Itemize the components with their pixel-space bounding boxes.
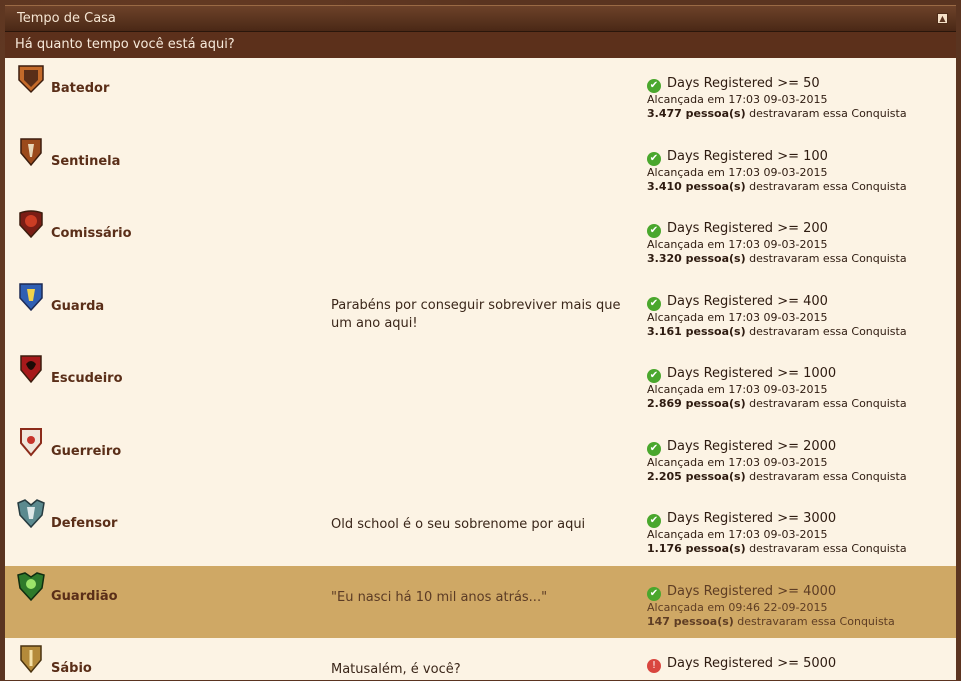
unlocked-count: 3.477 pessoa(s) destravaram essa Conquis… <box>647 107 907 120</box>
reached-date: Alcançada em 17:03 09-03-2015 <box>647 238 828 251</box>
achievement-desc: Old school é o seu sobrenome por aqui <box>331 517 586 532</box>
requirement-text: Days Registered >= 1000 <box>667 366 837 381</box>
reached-date: Alcançada em 17:03 09-03-2015 <box>647 383 828 396</box>
requirement-text: Days Registered >= 4000 <box>667 583 837 599</box>
achievement-name: Escudeiro <box>51 371 123 386</box>
achievement-requirement: ✔ Days Registered >= 400 Alcançada em 17:… <box>647 294 947 339</box>
requirement-line: ✔ Days Registered >= 2000 <box>647 439 947 456</box>
check-circle-icon: ✔ <box>647 296 661 311</box>
achievement-row: Sábio Matusalém, é você? ! Days Registere… <box>5 638 956 680</box>
achievement-requirement: ✔ Days Registered >= 50 Alcançada em 17:0… <box>647 76 947 121</box>
achievement-row: Comissário ✔ Days Registered >= 200 Alcan… <box>5 203 956 276</box>
achievement-requirement: ✔ Days Registered >= 100 Alcançada em 17:… <box>647 149 947 194</box>
subheader: Há quanto tempo você está aqui? <box>5 32 956 58</box>
check-circle-icon: ✔ <box>647 441 661 456</box>
achievement-row: Sentinela ✔ Days Registered >= 100 Alcanç… <box>5 131 956 204</box>
reached-date: Alcançada em 17:03 09-03-2015 <box>647 93 828 106</box>
achievement-name: Guardião <box>51 588 118 604</box>
achievement-desc: Matusalém, é você? <box>331 662 461 677</box>
achievement-name: Sábio <box>51 661 92 676</box>
requirement-line: ✔ Days Registered >= 3000 <box>647 511 947 528</box>
shield-icon <box>20 427 42 457</box>
check-circle-icon: ✔ <box>647 514 661 528</box>
requirement-line: ✔ Days Registered >= 4000 <box>647 584 947 601</box>
check-circle-icon: ✔ <box>647 369 661 383</box>
shield-icon <box>19 210 43 239</box>
achievement-name: Defensor <box>51 516 118 531</box>
achievement-requirement: ✔ Days Registered >= 1000 Alcançada em 17… <box>647 366 947 411</box>
requirement-text: Days Registered >= 400 <box>667 293 828 309</box>
achievement-row: Guerreiro ✔ Days Registered >= 2000 Alcan… <box>5 421 956 494</box>
achievement-row: Batedor ✔ Days Registered >= 50 Alcançada… <box>5 58 956 131</box>
dragon-shield-icon <box>17 571 45 601</box>
achievement-requirement: ✔ Days Registered >= 4000 Alcançada em 09… <box>647 584 947 629</box>
achievement-requirement: ✔ Days Registered >= 200 Alcançada em 17:… <box>647 221 947 266</box>
requirement-line: ✔ Days Registered >= 1000 <box>647 366 947 383</box>
requirement-text: Days Registered >= 5000 <box>667 656 837 671</box>
requirement-text: Days Registered >= 3000 <box>667 511 837 526</box>
shield-icon <box>17 499 45 529</box>
achievement-row: Escudeiro ✔ Days Registered >= 1000 Alcan… <box>5 348 956 421</box>
reached-date: Alcançada em 17:03 09-03-2015 <box>647 528 828 541</box>
unlocked-count: 2.205 pessoa(s) destravaram essa Conquis… <box>647 469 907 483</box>
achievement-requirement: ✔ Days Registered >= 3000 Alcançada em 17… <box>647 511 947 556</box>
achievement-requirement: ✔ Days Registered >= 2000 Alcançada em 17… <box>647 439 947 484</box>
check-circle-icon: ✔ <box>647 586 661 601</box>
shield-icon <box>20 355 42 384</box>
requirement-line: ✔ Days Registered >= 50 <box>647 76 947 93</box>
requirement-text: Days Registered >= 200 <box>667 221 828 236</box>
achievement-name: Guarda <box>51 298 105 314</box>
reached-date: Alcançada em 09:46 22-09-2015 <box>647 600 828 614</box>
requirement-text: Days Registered >= 2000 <box>667 438 837 454</box>
requirement-line: ✔ Days Registered >= 100 <box>647 149 947 166</box>
achievement-name: Guerreiro <box>51 443 122 459</box>
check-circle-icon: ✔ <box>647 79 661 93</box>
achievement-name: Comissário <box>51 226 132 241</box>
achievement-name: Batedor <box>51 81 110 96</box>
requirement-line: ✔ Days Registered >= 200 <box>647 221 947 238</box>
achievement-row: Defensor Old school é o seu sobrenome po… <box>5 493 956 566</box>
window-title: Tempo de Casa <box>17 11 116 26</box>
shield-icon <box>20 645 42 674</box>
unlocked-count: 3.410 pessoa(s) destravaram essa Conquis… <box>647 179 907 193</box>
achievement-row-highlighted: Guardião "Eu nasci há 10 mil anos atrás.… <box>5 565 956 638</box>
requirement-line: ✔ Days Registered >= 400 <box>647 294 947 311</box>
shield-icon <box>18 65 44 94</box>
reached-date: Alcançada em 17:03 09-03-2015 <box>647 165 828 179</box>
achievement-desc: Parabéns por conseguir sobreviver mais q… <box>331 297 621 331</box>
alert-circle-icon: ! <box>647 659 661 673</box>
requirement-text: Days Registered >= 50 <box>667 76 820 91</box>
reached-date: Alcançada em 17:03 09-03-2015 <box>647 310 828 324</box>
unlocked-count: 3.161 pessoa(s) destravaram essa Conquis… <box>647 324 907 338</box>
achievement-name: Sentinela <box>51 153 121 169</box>
achievements-list: Batedor ✔ Days Registered >= 50 Alcançada… <box>5 58 956 680</box>
collapse-button[interactable]: ▲ <box>937 13 948 24</box>
unlocked-count: 2.869 pessoa(s) destravaram essa Conquis… <box>647 397 907 410</box>
reached-date: Alcançada em 17:03 09-03-2015 <box>647 455 828 469</box>
achievement-requirement: ! Days Registered >= 5000 <box>647 656 947 673</box>
check-circle-icon: ✔ <box>647 224 661 238</box>
shield-icon <box>20 137 42 166</box>
unlocked-count: 3.320 pessoa(s) destravaram essa Conquis… <box>647 252 907 265</box>
achievement-window: Tempo de Casa ▲ Há quanto tempo você est… <box>5 5 956 681</box>
achievement-row: Guarda Parabéns por conseguir sobreviver… <box>5 276 956 349</box>
check-circle-icon: ✔ <box>647 151 661 166</box>
requirement-text: Days Registered >= 100 <box>667 148 828 164</box>
achievement-desc: "Eu nasci há 10 mil anos atrás..." <box>331 589 548 605</box>
subheader-text: Há quanto tempo você está aqui? <box>15 37 235 52</box>
shield-icon <box>19 282 43 311</box>
unlocked-count: 147 pessoa(s) destravaram essa Conquista <box>647 614 895 628</box>
unlocked-count: 1.176 pessoa(s) destravaram essa Conquis… <box>647 542 907 555</box>
requirement-line: ! Days Registered >= 5000 <box>647 656 947 673</box>
window-titlebar: Tempo de Casa ▲ <box>5 5 956 32</box>
